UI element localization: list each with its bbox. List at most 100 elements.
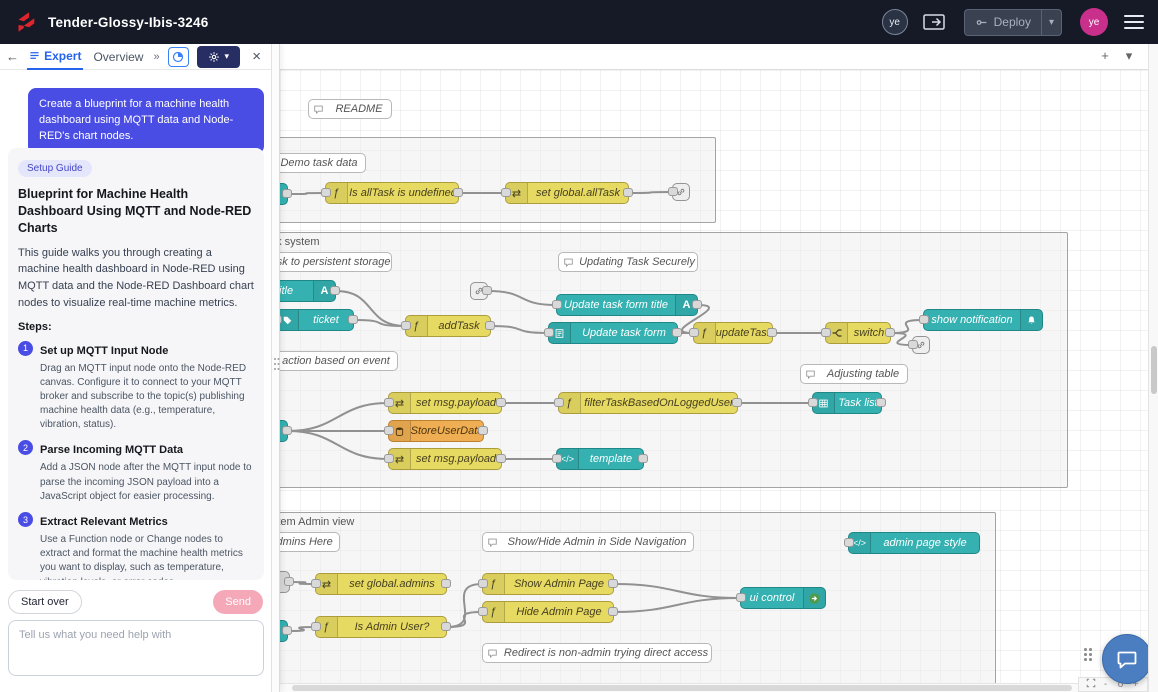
vertical-scrollbar[interactable] (1148, 44, 1158, 692)
close-icon[interactable]: × (248, 48, 265, 65)
link-node[interactable] (470, 282, 488, 300)
output-port[interactable] (330, 286, 340, 295)
input-port[interactable] (478, 579, 488, 588)
output-port[interactable] (876, 398, 886, 407)
flow-node[interactable]: ƒupdateTask (693, 322, 773, 344)
input-port[interactable] (552, 454, 562, 463)
output-port[interactable] (623, 188, 633, 197)
tab-expert[interactable]: Expert (27, 44, 83, 70)
input-port[interactable] (736, 593, 746, 602)
flow-node[interactable]: Update task form (548, 322, 678, 344)
tab-overview[interactable]: Overview (91, 44, 145, 70)
output-port[interactable] (608, 607, 618, 616)
output-port[interactable] (608, 579, 618, 588)
team-avatar[interactable]: ye (882, 9, 908, 35)
user-avatar[interactable]: ye (1080, 8, 1108, 36)
comment-node[interactable]: Show/Hide Admin in Side Navigation (482, 532, 694, 552)
input-port[interactable] (821, 328, 831, 337)
input-port[interactable] (384, 454, 394, 463)
comment-node[interactable]: Adjusting table (800, 364, 908, 384)
flow-node[interactable]: ui control (740, 587, 826, 609)
output-port[interactable] (348, 315, 358, 324)
input-port[interactable] (311, 622, 321, 631)
flow-node[interactable]: ƒShow Admin Page (482, 573, 614, 595)
panel-resize-handle[interactable] (272, 44, 280, 692)
assistant-input[interactable] (8, 620, 264, 676)
flow-node[interactable]: </>admin page style (848, 532, 980, 554)
output-port[interactable] (478, 426, 488, 435)
flow-node[interactable]: ⇄set global.allTask (505, 182, 629, 204)
output-port[interactable] (672, 328, 682, 337)
comment-node[interactable]: Updating Task Securely (558, 252, 698, 272)
output-port[interactable] (638, 454, 648, 463)
start-over-button[interactable]: Start over (8, 590, 82, 614)
more-tabs-icon[interactable]: » (153, 51, 159, 63)
flow-node[interactable]: ⇄set msg.payload (388, 392, 502, 414)
output-port[interactable] (732, 398, 742, 407)
output-port[interactable] (282, 189, 292, 198)
input-port[interactable] (384, 426, 394, 435)
input-port[interactable] (689, 328, 699, 337)
output-port[interactable] (282, 626, 292, 635)
input-port[interactable] (908, 340, 918, 349)
output-port[interactable] (453, 188, 463, 197)
flow-list-menu-button[interactable]: ▾ (1120, 48, 1138, 64)
input-port[interactable] (321, 188, 331, 197)
deploy-options-chevron-icon[interactable]: ▾ (1042, 17, 1061, 28)
link-node[interactable] (672, 183, 690, 201)
input-port[interactable] (478, 607, 488, 616)
output-port[interactable] (441, 579, 451, 588)
output-port[interactable] (282, 426, 292, 435)
settings-dropdown-button[interactable]: ▾ (197, 46, 240, 68)
flow-node[interactable]: ƒaddTask (405, 315, 491, 337)
hamburger-menu-icon[interactable] (1124, 15, 1144, 29)
flow-node[interactable]: ƒHide Admin Page (482, 601, 614, 623)
assistant-chat-button[interactable] (1102, 634, 1148, 684)
flow-node[interactable]: switch (825, 322, 891, 344)
comment-node[interactable]: Redirect is non-admin trying direct acce… (482, 643, 712, 663)
insights-button[interactable] (168, 47, 190, 67)
zoom-out-button[interactable]: - (1100, 678, 1111, 691)
output-port[interactable] (485, 321, 495, 330)
flow-node[interactable]: ƒIs allTask is undefined (325, 182, 459, 204)
input-port[interactable] (311, 579, 321, 588)
send-button[interactable]: Send (213, 590, 263, 614)
flow-node[interactable]: show notification (923, 309, 1043, 331)
flow-node[interactable]: StoreUserData (388, 420, 484, 442)
input-port[interactable] (668, 187, 678, 196)
input-port[interactable] (552, 300, 562, 309)
flow-node[interactable]: ticket (276, 309, 354, 331)
output-port[interactable] (692, 300, 702, 309)
horizontal-scrollbar-thumb[interactable] (292, 685, 1072, 691)
input-port[interactable] (554, 398, 564, 407)
input-port[interactable] (401, 321, 411, 330)
input-port[interactable] (501, 188, 511, 197)
input-port[interactable] (808, 398, 818, 407)
flow-node[interactable]: Update task form titleA (556, 294, 698, 316)
zoom-fit-icon[interactable] (1085, 678, 1096, 692)
input-port[interactable] (544, 328, 554, 337)
drag-handle-icon[interactable] (1084, 648, 1094, 662)
deploy-button[interactable]: Deploy ▾ (964, 9, 1062, 36)
input-port[interactable] (844, 538, 854, 547)
back-icon[interactable]: ← (6, 49, 19, 64)
output-port[interactable] (441, 622, 451, 631)
flow-node[interactable]: Task list (812, 392, 882, 414)
input-port[interactable] (919, 315, 929, 324)
open-editor-icon[interactable] (922, 11, 946, 33)
flow-node[interactable]: ⇄set global.admins (315, 573, 447, 595)
comment-node[interactable]: README (308, 99, 392, 119)
output-port[interactable] (496, 454, 506, 463)
flow-node[interactable]: ƒfilterTaskBasedOnLoggedUser (558, 392, 738, 414)
flow-node[interactable]: </>template (556, 448, 644, 470)
output-port[interactable] (767, 328, 777, 337)
flow-node[interactable]: ƒIs Admin User? (315, 616, 447, 638)
output-port[interactable] (885, 328, 895, 337)
input-port[interactable] (384, 398, 394, 407)
vertical-scrollbar-thumb[interactable] (1151, 346, 1157, 394)
output-port[interactable] (284, 577, 294, 586)
add-flow-button[interactable]: + (1096, 48, 1114, 63)
flow-node[interactable]: ⇄set msg.payload (388, 448, 502, 470)
output-port[interactable] (496, 398, 506, 407)
output-port[interactable] (482, 286, 492, 295)
